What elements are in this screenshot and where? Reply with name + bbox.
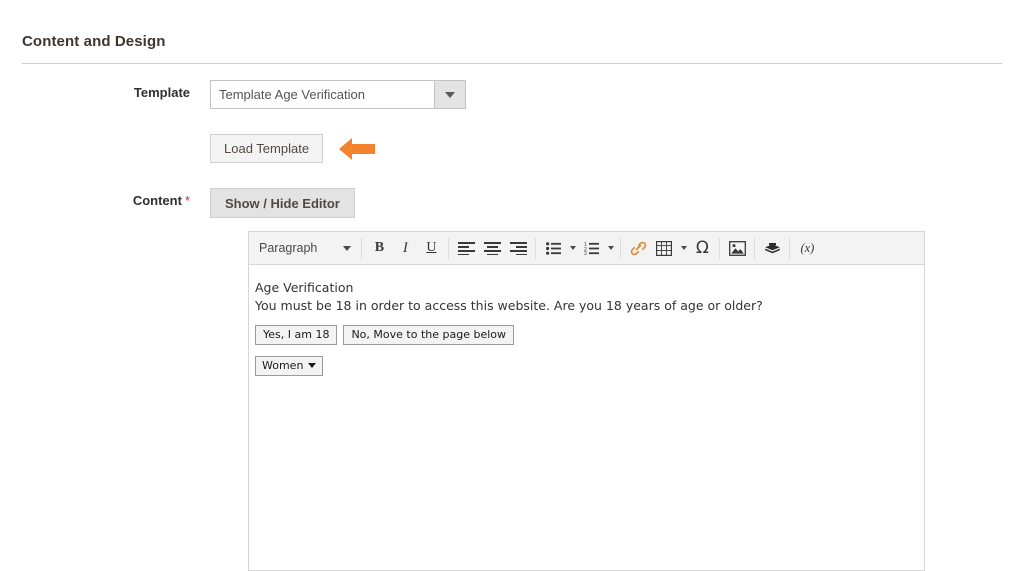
toolbar-separator bbox=[361, 237, 363, 259]
editor-yes-button[interactable]: Yes, I am 18 bbox=[255, 325, 338, 345]
chevron-down-icon bbox=[569, 246, 576, 250]
editor-content-area[interactable]: Age Verification You must be 18 in order… bbox=[249, 265, 924, 376]
format-select-label: Paragraph bbox=[259, 241, 318, 255]
show-hide-editor-button[interactable]: Show / Hide Editor bbox=[210, 188, 355, 218]
format-select[interactable]: Paragraph bbox=[251, 236, 357, 261]
table-dropdown-toggle[interactable] bbox=[677, 236, 689, 261]
content-label-text: Content bbox=[132, 193, 182, 208]
editor-category-select[interactable]: Women bbox=[255, 356, 324, 376]
template-label: Template bbox=[133, 85, 190, 100]
content-and-design-page: Content and Design Template Template Age… bbox=[0, 0, 1024, 571]
wysiwyg-editor: Paragraph B I U 1 2 3 Ω (x) Age Verifica… bbox=[248, 231, 925, 571]
bullet-list-dropdown-toggle[interactable] bbox=[566, 236, 578, 261]
link-icon[interactable] bbox=[625, 236, 651, 261]
section-divider bbox=[22, 63, 1002, 64]
numbered-list-dropdown-toggle[interactable] bbox=[604, 236, 616, 261]
editor-button-group: Yes, I am 18 No, Move to the page below bbox=[255, 325, 924, 345]
page-title: Content and Design bbox=[22, 33, 166, 50]
bullet-list-icon[interactable] bbox=[540, 236, 566, 261]
caret-down-icon bbox=[308, 363, 317, 368]
field-row-content: Content * Show / Hide Editor bbox=[0, 188, 355, 218]
align-right-icon[interactable] bbox=[505, 236, 531, 261]
insert-variable-icon[interactable]: (x) bbox=[794, 236, 820, 261]
align-left-icon[interactable] bbox=[453, 236, 479, 261]
editor-no-button[interactable]: No, Move to the page below bbox=[343, 325, 514, 345]
svg-text:3: 3 bbox=[584, 251, 587, 255]
template-select[interactable]: Template Age Verification bbox=[210, 80, 466, 109]
chevron-down-icon bbox=[343, 245, 352, 251]
left-arrow-annotation-icon bbox=[337, 136, 377, 162]
template-select-value: Template Age Verification bbox=[219, 87, 365, 102]
editor-paragraph: You must be 18 in order to access this w… bbox=[255, 298, 763, 313]
underline-icon[interactable]: U bbox=[418, 236, 444, 261]
toolbar-separator bbox=[620, 237, 622, 259]
table-icon[interactable] bbox=[651, 236, 677, 261]
toolbar-separator bbox=[448, 237, 450, 259]
load-template-button[interactable]: Load Template bbox=[210, 134, 324, 163]
numbered-list-icon[interactable]: 1 2 3 bbox=[578, 236, 604, 261]
field-row-template: Template Template Age Verification bbox=[0, 80, 466, 109]
chevron-down-icon bbox=[445, 91, 455, 98]
editor-heading: Age Verification bbox=[255, 280, 354, 295]
field-row-load-template: Load Template bbox=[0, 134, 377, 163]
editor-category-select-value: Women bbox=[262, 359, 304, 372]
toolbar-separator bbox=[789, 237, 791, 259]
chevron-down-icon bbox=[680, 246, 687, 250]
section-header: Content and Design bbox=[22, 32, 1002, 52]
bold-icon[interactable]: B bbox=[366, 236, 392, 261]
chevron-down-icon bbox=[607, 246, 614, 250]
load-template-control: Load Template bbox=[210, 134, 377, 163]
content-control: Show / Hide Editor bbox=[210, 188, 355, 218]
toolbar-separator bbox=[719, 237, 721, 259]
toolbar-separator bbox=[535, 237, 537, 259]
template-control: Template Age Verification bbox=[210, 80, 466, 109]
align-center-icon[interactable] bbox=[479, 236, 505, 261]
insert-widget-icon[interactable] bbox=[759, 236, 785, 261]
italic-icon[interactable]: I bbox=[392, 236, 418, 261]
editor-toolbar: Paragraph B I U 1 2 3 Ω (x) bbox=[249, 232, 924, 265]
content-label: Content * bbox=[0, 188, 210, 214]
special-character-icon[interactable]: Ω bbox=[689, 236, 715, 261]
required-marker: * bbox=[184, 193, 190, 208]
insert-image-icon[interactable] bbox=[724, 236, 750, 261]
template-select-toggle[interactable] bbox=[434, 81, 465, 108]
toolbar-separator bbox=[754, 237, 756, 259]
